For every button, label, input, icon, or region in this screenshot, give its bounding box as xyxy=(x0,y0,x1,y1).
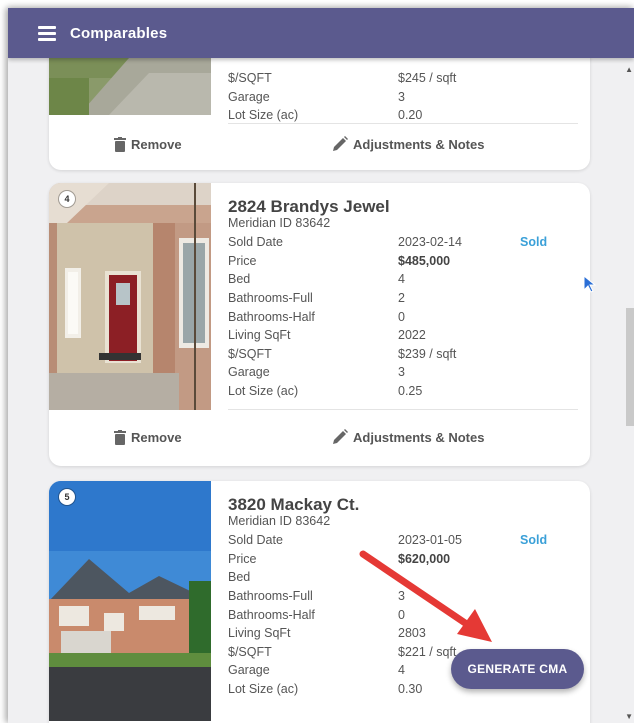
detail-row: $/SQFT $239 / sqft xyxy=(228,346,457,361)
menu-icon[interactable] xyxy=(38,25,60,41)
detail-row: Price $620,000 xyxy=(228,551,451,566)
divider xyxy=(228,123,578,124)
detail-row: Bathrooms-Half 0 xyxy=(228,607,405,622)
detail-row: Price $485,000 xyxy=(228,253,451,268)
scroll-down-icon[interactable]: ▼ xyxy=(625,712,633,721)
trash-icon xyxy=(114,429,126,445)
divider xyxy=(228,409,578,410)
detail-row: Sold Date 2023-01-05 Sold xyxy=(228,533,548,548)
detail-row: Bathrooms-Full 3 xyxy=(228,589,405,604)
detail-row: Sold Date 2023-02-14 Sold xyxy=(228,235,548,250)
comp-index-badge: 4 xyxy=(59,191,75,207)
comparables-list[interactable]: $/SQFT $245 / sqft Garage 3 Lot Size (ac) 0… xyxy=(8,58,634,723)
adjustments-notes-button[interactable]: Adjustments & Notes xyxy=(332,429,484,445)
property-photo: 5 xyxy=(49,481,211,721)
detail-row: Bathrooms-Full 2 xyxy=(228,291,405,306)
app-window: Comparables $/SQFT $245 / sqft Garage 3 Lo… xyxy=(8,8,634,723)
detail-row: Garage 3 xyxy=(228,365,405,380)
comparable-card: $/SQFT $245 / sqft Garage 3 Lot Size (ac) 0… xyxy=(49,58,590,170)
detail-row: Bathrooms-Half 0 xyxy=(228,309,405,324)
comparable-card: 4 2824 Brandys Jewel Meridian ID 83642 S… xyxy=(49,183,590,466)
detail-row: Lot Size (ac) 0.20 xyxy=(228,108,423,123)
detail-row: Living SqFt 2803 xyxy=(228,626,426,641)
pencil-icon xyxy=(333,429,348,444)
property-photo: 4 xyxy=(49,183,211,410)
property-photo xyxy=(49,58,211,115)
detail-row: Living SqFt 2022 xyxy=(228,328,426,343)
cursor-icon xyxy=(583,275,597,293)
pencil-icon xyxy=(333,136,348,151)
scroll-up-icon[interactable]: ▲ xyxy=(625,65,633,74)
property-details: 2824 Brandys Jewel Meridian ID 83642 Sol… xyxy=(228,183,578,400)
property-details: $/SQFT $245 / sqft Garage 3 Lot Size (ac) 0… xyxy=(228,66,578,125)
trash-icon xyxy=(114,136,126,152)
status-badge: Sold xyxy=(520,533,548,548)
scrollbar-thumb[interactable] xyxy=(626,308,634,426)
card-actions: Remove Adjustments & Notes xyxy=(49,134,590,154)
detail-row: Bed 4 xyxy=(228,272,405,287)
remove-button[interactable]: Remove xyxy=(114,136,182,152)
generate-cma-button[interactable]: GENERATE CMA xyxy=(451,649,584,689)
status-badge: Sold xyxy=(520,235,548,250)
property-city: Meridian ID 83642 xyxy=(228,514,331,528)
property-city: Meridian ID 83642 xyxy=(228,216,331,230)
adjustments-notes-button[interactable]: Adjustments & Notes xyxy=(332,136,484,152)
card-actions: Remove Adjustments & Notes xyxy=(49,427,590,447)
app-title: Comparables xyxy=(70,24,168,42)
detail-row: Bed xyxy=(228,570,251,585)
comp-index-badge: 5 xyxy=(59,489,75,505)
detail-row: $/SQFT $245 / sqft xyxy=(228,71,457,86)
detail-row: Lot Size (ac) 0.25 xyxy=(228,384,423,399)
detail-row: Garage 3 xyxy=(228,89,405,104)
property-address: 2824 Brandys Jewel xyxy=(228,197,390,216)
app-bar: Comparables xyxy=(8,8,634,58)
remove-button[interactable]: Remove xyxy=(114,429,182,445)
property-address: 3820 Mackay Ct. xyxy=(228,495,360,514)
